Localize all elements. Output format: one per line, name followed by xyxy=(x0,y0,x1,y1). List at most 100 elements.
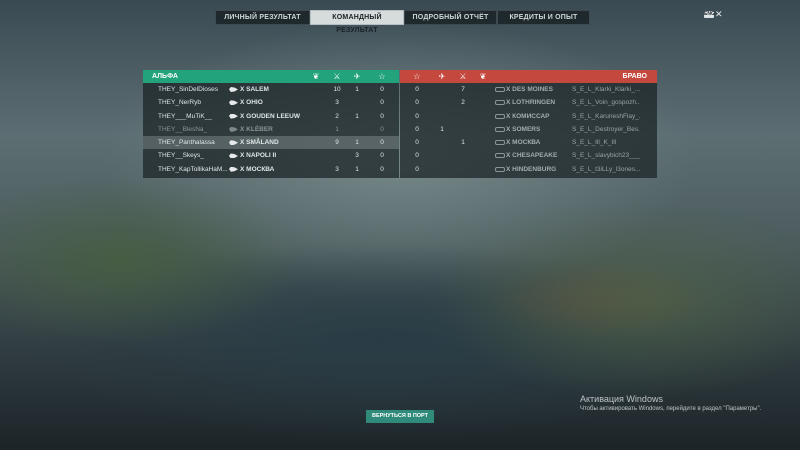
player-name: S_E_L_KaruneshFlay_... xyxy=(572,112,640,120)
ship-class-icon xyxy=(495,100,505,106)
tab-credits-and-xp[interactable]: КРЕДИТЫ И ОПЫТ xyxy=(497,10,590,25)
ship-name: X SMÅLAND xyxy=(240,136,279,149)
ship-name: X МОСКВА xyxy=(240,163,274,176)
tab-personal-result[interactable]: ЛИЧНЫЙ РЕЗУЛЬТАТ xyxy=(215,10,310,25)
ship-tier: X xyxy=(240,139,245,147)
player-row[interactable]: THEY_SinDelDioses X SALEM 10 1 0 xyxy=(143,83,399,96)
ship-tier: X xyxy=(506,86,511,93)
team-bravo-panel: ☆ ✈ ⚔ ❦ БРАВО 0 7 X DES MOINES S_E_L_Klarki… xyxy=(400,70,657,178)
player-row[interactable]: 0 1 X МОСКВА S_E_L_Ill_K_Ill xyxy=(400,136,657,149)
stat-c2: 10 xyxy=(333,86,341,93)
player-row[interactable]: 0 7 X DES MOINES S_E_L_Klarki_Klarki_... xyxy=(400,83,657,96)
crossed-swords-icon: ⚔ xyxy=(459,72,467,81)
team-alpha-header: АЛЬФА ❦ ⚔ ✈ ☆ xyxy=(143,70,399,83)
ship-name-text: SOMERS xyxy=(512,125,541,133)
ship-tier: X xyxy=(240,112,245,120)
stat-c2: 1 xyxy=(335,125,339,133)
ship-name: X DES MOINES xyxy=(506,83,553,96)
player-row[interactable]: THEY__Skeys_ X NAPOLI II 3 0 xyxy=(143,149,399,162)
player-name: S_E_L_Ill_K_Ill xyxy=(572,139,617,147)
player-name: THEY__BlesNa_ xyxy=(158,125,208,133)
ship-name-text: CHESAPEAKE xyxy=(512,152,558,160)
star-icon: ☆ xyxy=(378,72,386,81)
ship-class-icon xyxy=(495,87,505,92)
player-name: S_E_L_Klarki_Klarki_... xyxy=(572,86,640,93)
stat-c4: 0 xyxy=(380,165,384,173)
ship-name: X NAPOLI II xyxy=(240,149,276,162)
ship-name-text: КОМИССАР xyxy=(512,112,550,120)
close-icon[interactable]: ✕ xyxy=(715,9,723,19)
ship-name-text: SMÅLAND xyxy=(246,139,279,147)
ship-tier: X xyxy=(506,139,511,147)
ship-tier: X xyxy=(506,112,511,120)
player-name: THEY_NerRyb xyxy=(158,99,201,107)
stat-c4: 0 xyxy=(415,86,419,93)
player-name: THEY__Skeys_ xyxy=(158,152,204,160)
ship-name: X КОМИССАР xyxy=(506,110,550,123)
ship-name: X KLÉBER xyxy=(240,123,273,136)
ship-tier: X xyxy=(506,125,511,133)
ship-name: X OHIO xyxy=(240,96,263,109)
player-row[interactable]: 0 X HINDENBURG S_E_L_t3iLLy_l3ones... xyxy=(400,163,657,176)
stat-c4: 0 xyxy=(415,152,419,160)
stat-c3: 1 xyxy=(355,112,359,120)
stat-c4: 0 xyxy=(380,112,384,120)
stat-c4: 0 xyxy=(415,112,419,120)
ship-class-icon xyxy=(495,166,505,172)
stat-c4: 0 xyxy=(380,139,384,147)
laurel-icon: ❦ xyxy=(312,72,320,81)
language-badge: ENG xyxy=(704,11,715,18)
ship-name-text: МОСКВА xyxy=(246,165,275,173)
ship-name-text: МОСКВА xyxy=(512,139,541,147)
watermark-title: Активация Windows xyxy=(580,394,663,404)
plane-icon: ✈ xyxy=(353,72,361,81)
player-row[interactable]: THEY_KapTollikaHaM... X МОСКВА 3 1 0 xyxy=(143,163,399,176)
ship-name: X МОСКВА xyxy=(506,136,540,149)
ship-tier: X xyxy=(506,99,511,107)
tab-team-result[interactable]: КОМАНДНЫЙ РЕЗУЛЬТАТ xyxy=(310,10,404,34)
ship-class-icon xyxy=(229,166,238,172)
team-alpha-panel: АЛЬФА ❦ ⚔ ✈ ☆ THEY_SinDelDioses X SALEM 10… xyxy=(143,70,399,178)
ship-name-text: KLÉBER xyxy=(246,125,273,133)
player-name: S_E_L_t3iLLy_l3ones... xyxy=(572,165,640,173)
team-bravo-name: БРАВО xyxy=(622,73,647,80)
ship-tier: X xyxy=(240,86,245,93)
player-name: S_E_L_slavybich23___ xyxy=(572,152,640,160)
ship-name: X HINDENBURG xyxy=(506,163,556,176)
plane-icon: ✈ xyxy=(438,72,446,81)
ship-tier: X xyxy=(240,99,245,107)
player-row[interactable]: 0 2 X LOTHRINGEN S_E_L_Voin_gospozh... xyxy=(400,96,657,109)
crossed-swords-icon: ⚔ xyxy=(333,72,341,81)
player-name: THEY_Panthalassa xyxy=(158,139,215,147)
watermark-subtitle: Чтобы активировать Windows, перейдите в … xyxy=(580,406,762,412)
ship-name-text: SALEM xyxy=(246,86,269,93)
tab-detailed-report[interactable]: ПОДРОБНЫЙ ОТЧЁТ xyxy=(404,10,497,25)
star-icon: ☆ xyxy=(413,72,421,81)
player-row[interactable]: THEY_Panthalassa X SMÅLAND 9 1 0 xyxy=(143,136,399,150)
player-row[interactable]: 0 X CHESAPEAKE S_E_L_slavybich23___ xyxy=(400,149,657,162)
team-bravo-header: ☆ ✈ ⚔ ❦ БРАВО xyxy=(400,70,657,83)
stat-c3: 1 xyxy=(355,139,359,147)
player-row[interactable]: THEY_NerRyb X OHIO 3 0 xyxy=(143,96,399,109)
ship-name-text: HINDENBURG xyxy=(512,165,557,173)
ship-name: X SALEM xyxy=(240,83,269,96)
return-to-port-button[interactable]: ВЕРНУТЬСЯ В ПОРТ xyxy=(366,410,434,423)
ship-name: X LOTHRINGEN xyxy=(506,96,555,109)
stat-c4: 0 xyxy=(415,125,419,133)
ship-class-icon xyxy=(495,113,505,119)
player-row[interactable]: THEY__BlesNa_ X KLÉBER 1 0 xyxy=(143,123,399,136)
stat-c4: 0 xyxy=(380,86,384,93)
player-row[interactable]: 0 1 X SOMERS S_E_L_Destroyer_Bes... xyxy=(400,123,657,136)
result-tabs: ЛИЧНЫЙ РЕЗУЛЬТАТ КОМАНДНЫЙ РЕЗУЛЬТАТ ПОД… xyxy=(215,10,590,34)
player-row[interactable]: 0 X КОМИССАР S_E_L_KaruneshFlay_... xyxy=(400,110,657,123)
player-name: S_E_L_Voin_gospozh... xyxy=(572,99,640,107)
ship-tier: X xyxy=(240,165,245,173)
ship-class-icon xyxy=(495,126,505,132)
ship-name-text: LOTHRINGEN xyxy=(512,99,556,107)
stat-c2: 7 xyxy=(461,86,465,93)
stat-c3: 1 xyxy=(440,125,444,133)
player-name: THEY_KapTollikaHaM... xyxy=(158,165,228,173)
team-alpha-list: THEY_SinDelDioses X SALEM 10 1 0 THEY_NerRyb X… xyxy=(143,83,399,176)
ship-class-icon xyxy=(495,153,505,159)
player-row[interactable]: THEY___MuTiK__ X GOUDEN LEEUW 2 1 0 xyxy=(143,110,399,123)
